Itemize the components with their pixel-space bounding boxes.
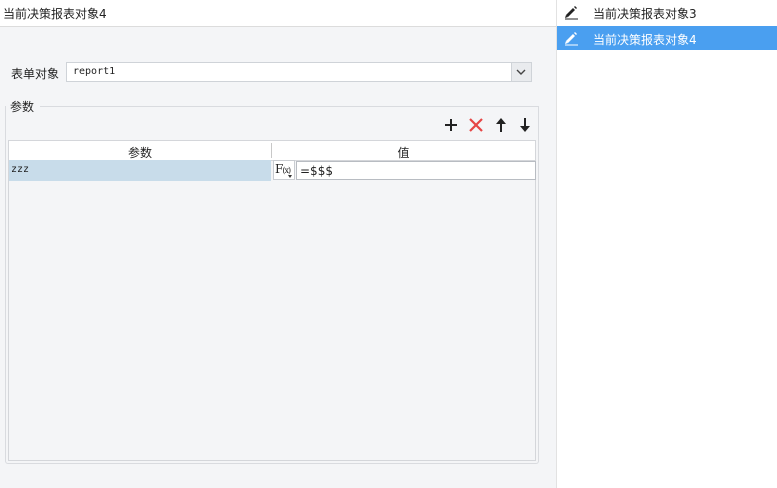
param-name: zzz (11, 164, 30, 175)
delete-icon (469, 118, 483, 132)
move-up-button[interactable] (492, 116, 510, 134)
table-row[interactable]: zzz F(x) (9, 160, 536, 181)
param-value-input[interactable] (296, 161, 536, 180)
formula-button[interactable]: F(x) (273, 160, 295, 180)
move-down-button[interactable] (516, 116, 534, 134)
dropdown-arrow-button[interactable] (511, 63, 531, 81)
report-object-select[interactable]: report1 (66, 62, 532, 82)
list-item[interactable]: 当前决策报表对象3 (557, 0, 777, 24)
triangle-down-icon (288, 175, 292, 178)
edit-pencil-icon (565, 32, 578, 46)
params-table: 参数 值 zzz F(x) (8, 140, 536, 461)
formula-icon: F(x) (275, 162, 291, 176)
add-icon (445, 119, 457, 131)
pane-title: 当前决策报表对象4 (3, 7, 107, 21)
report-object-value: report1 (73, 66, 116, 77)
move-up-icon (496, 118, 506, 132)
column-header-param: 参数 (127, 146, 152, 160)
list-item-label: 当前决策报表对象3 (593, 7, 697, 21)
settings-pane: 当前决策报表对象4 表单对象 report1 参数 参数 值 zzz F(x) … (0, 0, 556, 488)
param-name-cell[interactable]: zzz (9, 160, 271, 181)
column-header-value: 值 (397, 146, 410, 160)
move-down-icon (520, 118, 530, 132)
list-item-label: 当前决策报表对象4 (593, 33, 697, 47)
edit-pencil-icon (565, 6, 578, 20)
object-list-pane: 当前决策报表对象3 当前决策报表对象4 (556, 0, 777, 488)
list-item-selected[interactable]: 当前决策报表对象4 (557, 26, 777, 50)
table-header: 参数 值 (9, 141, 535, 161)
chevron-down-icon (516, 69, 526, 75)
add-button[interactable] (442, 116, 460, 134)
delete-button[interactable] (467, 116, 485, 134)
pane-title-bar: 当前决策报表对象4 (0, 0, 556, 27)
report-object-label: 表单对象 (11, 67, 60, 81)
